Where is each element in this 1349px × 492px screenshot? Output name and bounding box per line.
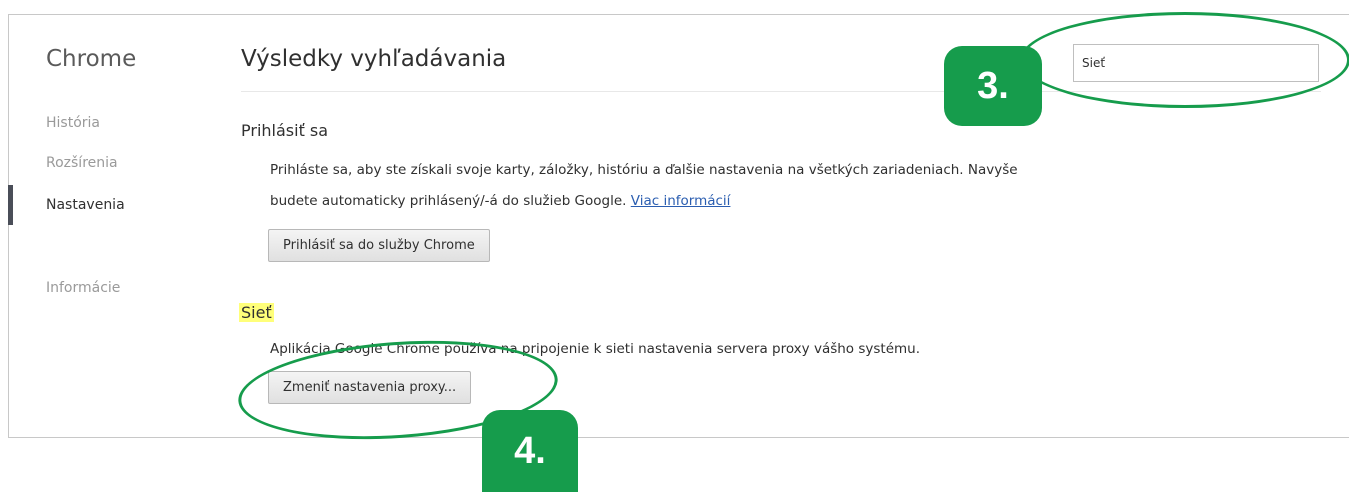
sidebar-item-settings[interactable]: Nastavenia xyxy=(46,197,125,213)
page-title: Výsledky vyhľadávania xyxy=(241,46,507,72)
learn-more-link[interactable]: Viac informácií xyxy=(631,193,731,209)
sign-in-description-line2: budete automaticky prihlásený/-á do služ… xyxy=(270,193,730,209)
sign-in-description-line1: Prihláste sa, aby ste získali svoje kart… xyxy=(270,162,1018,178)
step-3-badge: 3. xyxy=(944,46,1042,126)
sidebar-item-about[interactable]: Informácie xyxy=(46,280,120,296)
sign-in-chrome-button[interactable]: Prihlásiť sa do služby Chrome xyxy=(268,229,490,262)
step-4-badge: 4. xyxy=(482,410,578,492)
network-section-title: Sieť xyxy=(239,303,274,322)
sign-in-description-text: budete automaticky prihlásený/-á do služ… xyxy=(270,193,627,209)
app-title: Chrome xyxy=(46,46,137,72)
annotation-ring-search xyxy=(1020,12,1349,108)
sidebar-item-extensions[interactable]: Rozšírenia xyxy=(46,155,118,171)
sidebar-item-history[interactable]: História xyxy=(46,115,100,131)
sign-in-section-title: Prihlásiť sa xyxy=(241,121,329,140)
active-indicator xyxy=(8,185,13,225)
